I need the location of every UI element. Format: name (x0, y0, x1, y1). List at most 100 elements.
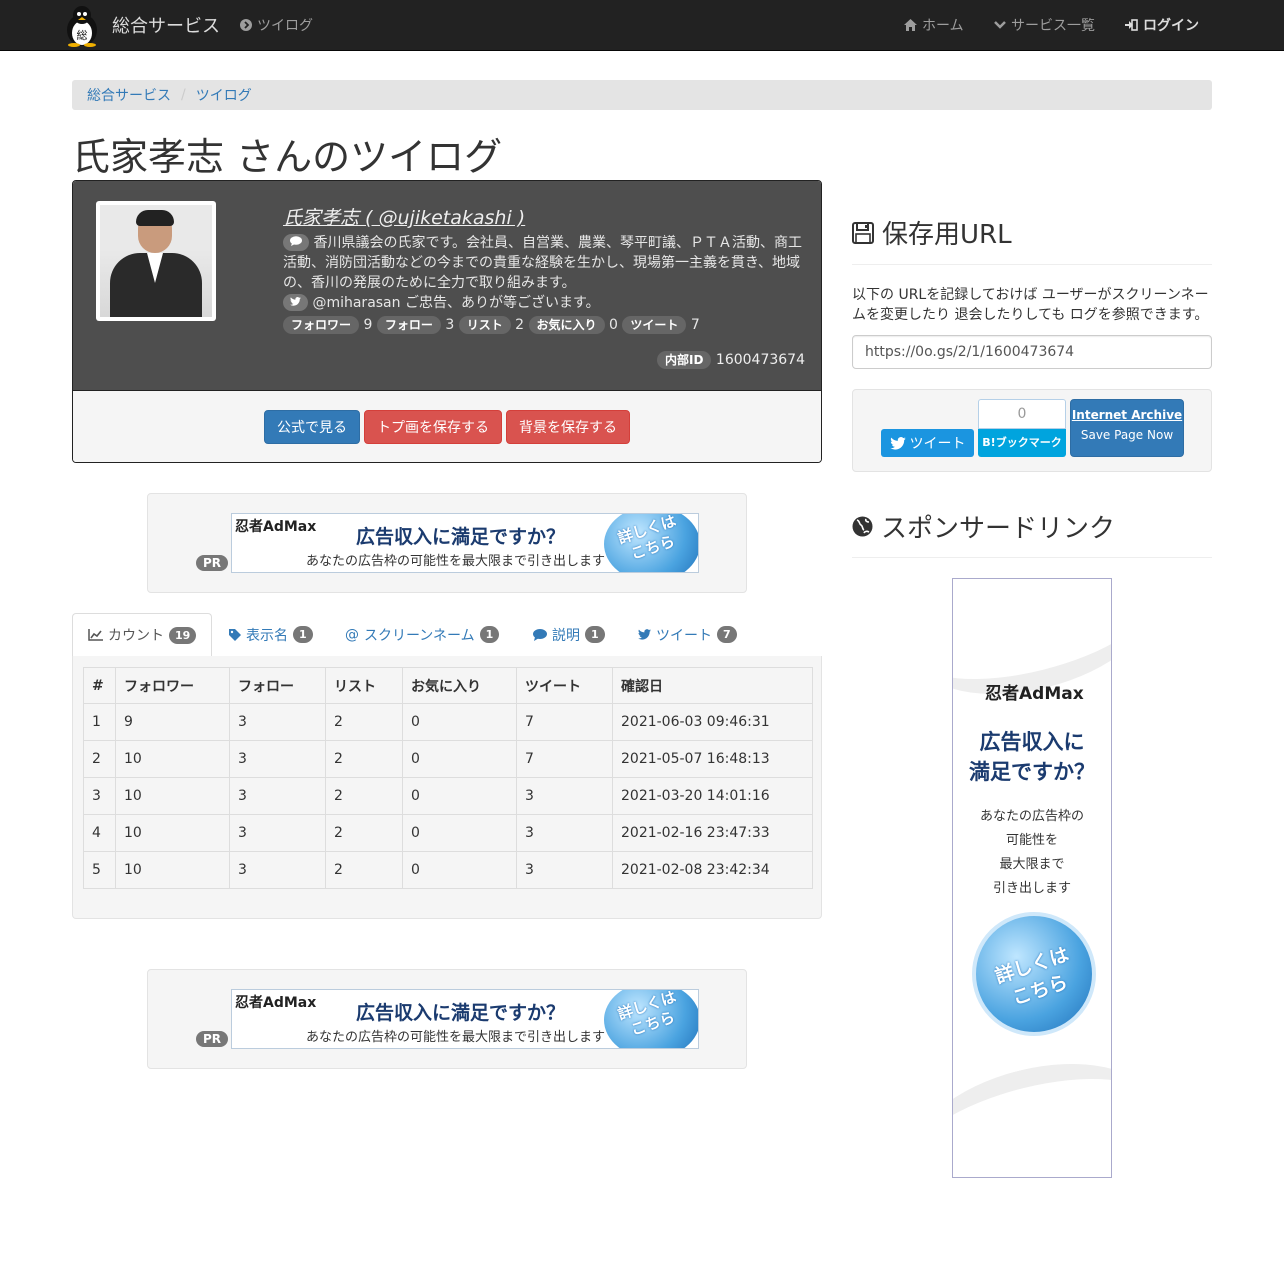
nav-home-link[interactable]: ホーム (904, 0, 964, 50)
tab-tweets-badge: 7 (717, 626, 737, 643)
ad-ball-text: 詳しくは こちら (615, 989, 679, 1040)
save-url-input[interactable]: https://0o.gs/2/1/1600473674 (852, 335, 1212, 369)
ad-subtext: あなたの広告枠の可能性を最大限まで引き出します (306, 1030, 606, 1045)
cell: 3 (229, 740, 326, 778)
at-icon: @ (345, 626, 359, 643)
cell: 10 (115, 777, 230, 815)
tweet-share-button[interactable]: ツイート (881, 429, 974, 457)
cell: 3 (516, 814, 613, 852)
chevron-down-icon (994, 21, 1006, 29)
breadcrumb-current-link[interactable]: ツイログ (196, 85, 252, 105)
ad-decoration (953, 1041, 1111, 1177)
th-checked-date: 確認日 (612, 667, 813, 704)
tab-screen-name[interactable]: @ スクリーンネーム 1 (330, 613, 514, 656)
brand-link[interactable]: 総 総合サービス (60, 0, 220, 50)
save-url-description: 以下の URLを記録しておけば ユーザーがスクリーンネームを変更したり 退会した… (852, 287, 1209, 323)
stat-label-lists: リスト (458, 316, 511, 334)
internal-id-value: 1600473674 (715, 352, 805, 368)
divider (852, 264, 1212, 265)
pr-badge: PR (196, 1031, 229, 1047)
breadcrumb: 総合サービス / ツイログ (72, 80, 1212, 110)
cell: 10 (115, 814, 230, 852)
tab-bar: カウント 19 表示名 1 @ スクリーンネーム 1 説明 1 ツイート 7 (72, 613, 822, 657)
stat-value-tweets: 7 (690, 317, 700, 333)
sky-ball: 詳しくは こちら (972, 912, 1096, 1036)
navbar: 総 総合サービス ツイログ ホーム サービス一覧 ログイン (0, 0, 1284, 51)
save-icon-button[interactable]: トプ画を保存する (364, 410, 502, 444)
tab-display-name-label: 表示名 (246, 627, 288, 644)
ad-ball: 詳しくは こちら (604, 989, 698, 1048)
table-row: 4 10 3 2 0 3 2021-02-16 23:47:33 (83, 814, 813, 852)
ad-subtext: あなたの広告枠の可能性を最大限まで引き出します (306, 554, 606, 569)
tab-tweets[interactable]: ツイート 7 (623, 613, 752, 656)
cell: 4 (83, 814, 116, 852)
nav-login-link[interactable]: ログイン (1125, 0, 1199, 50)
comment-icon (533, 628, 547, 641)
internet-archive-button[interactable]: Internet Archive Save Page Now (1070, 399, 1184, 457)
sign-in-icon (1125, 19, 1138, 31)
profile-name-link[interactable]: 氏家孝志 ( @ujiketakashi ) (283, 203, 805, 230)
cell: 2021-03-20 14:01:16 (612, 777, 813, 815)
stat-label-favorites: お気に入り (528, 316, 605, 334)
nav-services-dropdown[interactable]: サービス一覧 (994, 0, 1095, 50)
tab-count[interactable]: カウント 19 (72, 613, 213, 657)
home-icon (904, 19, 917, 31)
cell: 5 (83, 851, 116, 889)
tab-tweets-label: ツイート (656, 627, 712, 644)
stat-value-lists: 2 (515, 317, 525, 333)
hatena-bookmark-button[interactable]: B!ブックマーク (978, 429, 1066, 457)
last-tweet-text: @miharasan ご忠告、ありが等ございます。 (312, 295, 600, 311)
tab-screen-name-badge: 1 (479, 626, 500, 643)
save-background-button[interactable]: 背景を保存する (506, 410, 630, 444)
ad-banner[interactable]: 忍者AdMax 広告収入に満足ですか？ あなたの広告枠の可能性を最大限まで引き出… (231, 989, 699, 1049)
count-table-panel: # フォロワー フォロー リスト お気に入り ツイート 確認日 1 9 3 2 0 7 20… (72, 656, 822, 919)
stat-label-followers: フォロワー (283, 316, 360, 334)
avatar-image (100, 205, 212, 317)
cell: 9 (115, 703, 230, 741)
th-lists: リスト (325, 667, 403, 704)
stat-label-following: フォロー (376, 316, 441, 334)
share-panel: ツイート 0 B!ブックマーク Internet Archive Save Pa… (852, 389, 1212, 472)
sponsor-heading: スポンサードリンク (852, 508, 1115, 545)
profile-actions: 公式で見る トプ画を保存する 背景を保存する (73, 390, 821, 462)
tab-description[interactable]: 説明 1 (518, 613, 620, 656)
th-tweets: ツイート (516, 667, 613, 704)
cell: 0 (402, 740, 517, 778)
nav-twilog-label: ツイログ (257, 18, 313, 34)
profile-bio-text: 香川県議会の氏家です。会社員、自営業、農業、琴平町議、ＰＴＡ活動、商工活動、消防… (283, 235, 803, 291)
nav-home-label: ホーム (922, 18, 964, 34)
cell: 2 (325, 703, 403, 741)
th-favorites: お気に入り (402, 667, 517, 704)
tab-display-name-badge: 1 (293, 626, 313, 643)
tab-screen-name-label: スクリーンネーム (364, 627, 475, 644)
cell: 1 (83, 703, 116, 741)
chevron-circle-right-icon (240, 19, 252, 31)
tweet-share-label: ツイート (909, 436, 966, 452)
admax-logo: 忍者AdMax (235, 519, 317, 535)
cell: 3 (516, 777, 613, 815)
ad-headline: 広告収入に満足ですか？ (356, 526, 566, 548)
twitter-icon (638, 629, 651, 640)
tab-description-badge: 1 (585, 626, 605, 643)
sky-admax-logo: 忍者AdMax (985, 684, 1084, 704)
cell: 3 (229, 703, 326, 741)
cell: 2 (83, 740, 116, 778)
breadcrumb-root-link[interactable]: 総合サービス (87, 85, 171, 105)
skyscraper-ad[interactable]: 忍者AdMax 広告収入に 満足ですか？ あなたの広告枠の 可能性を 最大限まで… (952, 578, 1112, 1178)
ad-banner[interactable]: 忍者AdMax 広告収入に満足ですか？ あなたの広告枠の可能性を最大限まで引き出… (231, 513, 699, 573)
sky-ball-text: 詳しくは こちら (992, 943, 1072, 1010)
cell: 3 (83, 777, 116, 815)
profile-last-tweet: @miharasan ご忠告、ありが等ございます。 (283, 293, 805, 313)
comment-icon (283, 234, 309, 251)
avatar[interactable] (96, 201, 216, 321)
cell: 7 (516, 740, 613, 778)
ad-ball: 詳しくは こちら (604, 514, 698, 572)
view-official-button[interactable]: 公式で見る (264, 410, 360, 444)
table-row: 1 9 3 2 0 7 2021-06-03 09:46:31 (83, 703, 813, 741)
table-row: 5 10 3 2 0 3 2021-02-08 23:42:34 (83, 851, 813, 889)
internal-id-label: 内部ID (657, 351, 712, 369)
nav-twilog-link[interactable]: ツイログ (240, 0, 313, 50)
cell: 2 (325, 814, 403, 852)
globe-icon (852, 516, 873, 537)
tab-display-name[interactable]: 表示名 1 (214, 613, 328, 656)
